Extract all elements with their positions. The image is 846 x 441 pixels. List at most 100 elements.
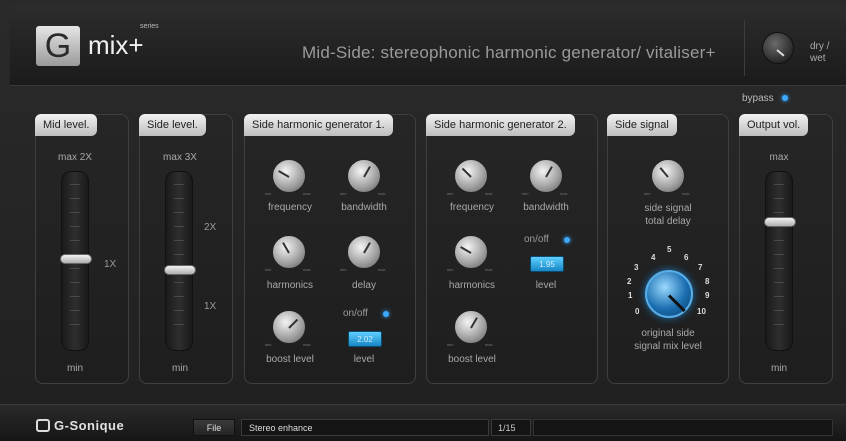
gen2-frequency-label: frequency	[450, 202, 494, 213]
mid-level-1x-marker: 1X	[104, 259, 117, 270]
knob-max-mark: max	[682, 191, 690, 196]
dry-wet-knob[interactable]	[762, 32, 794, 64]
mid-level-fader[interactable]	[60, 171, 92, 351]
knob-min-mark: min	[447, 191, 454, 196]
mid-level-min-label: min	[66, 363, 84, 374]
knob-min-mark: min	[644, 191, 651, 196]
logo-name: mix+	[88, 30, 144, 60]
knob-max-mark: max	[485, 191, 493, 196]
gen1-panel: Side harmonic generator 1. min max frequ…	[244, 114, 416, 384]
file-button[interactable]: File	[193, 419, 235, 436]
gen2-boost-level-knob[interactable]	[454, 310, 488, 344]
mid-level-panel: Mid level. max 2X 1X min	[35, 114, 129, 384]
side-level-title: Side level.	[139, 114, 206, 136]
gen2-boost-level-label: boost level	[448, 354, 496, 365]
footer-empty-bar	[533, 419, 833, 436]
side-signal-mix-label: original side signal mix level	[634, 328, 702, 352]
gen2-onoff-label: on/off	[524, 234, 549, 245]
knob-min-mark: min	[265, 267, 272, 272]
knob-min-mark: min	[265, 342, 272, 347]
brand: G-Sonique	[36, 418, 124, 433]
knob-max-mark: max	[378, 191, 386, 196]
output-max-label: max	[769, 152, 789, 163]
knob-max-mark: max	[303, 191, 311, 196]
gen1-delay-knob[interactable]	[347, 235, 381, 269]
gen1-title: Side harmonic generator 1.	[244, 114, 393, 136]
gen2-harmonics-knob[interactable]	[454, 235, 488, 269]
fader-ticks	[774, 184, 784, 338]
bypass-label: bypass	[742, 93, 774, 104]
bypass-toggle[interactable]: bypass	[742, 93, 788, 104]
side-level-panel: Side level. max 3X 2X 1X min	[139, 114, 233, 384]
plugin-title: Mid-Side: stereophonic harmonic generato…	[302, 43, 716, 62]
gen1-level-label: level	[353, 354, 375, 365]
dry-wet-label: dry / wet	[810, 41, 830, 64]
gen1-bandwidth-knob[interactable]	[347, 159, 381, 193]
gen1-delay-label: delay	[352, 280, 376, 291]
mix-scale-1: 1	[628, 291, 633, 300]
knob-max-mark: max	[485, 342, 493, 347]
side-level-2x-marker: 2X	[204, 222, 217, 233]
mix-scale-7: 7	[698, 263, 703, 272]
gen1-frequency-knob[interactable]	[272, 159, 306, 193]
knob-max-mark: max	[560, 191, 568, 196]
mix-scale-8: 8	[705, 277, 710, 286]
gen1-harmonics-knob[interactable]	[272, 235, 306, 269]
side-signal-panel: Side signal min max side signal total de…	[607, 114, 729, 384]
logo-letter: G	[36, 26, 80, 66]
gen2-level-display[interactable]: 1.95	[530, 256, 564, 272]
mid-level-fader-cap[interactable]	[60, 254, 92, 264]
side-level-fader-cap[interactable]	[164, 265, 196, 275]
mix-scale-0: 0	[635, 307, 640, 316]
knob-min-mark: min	[340, 267, 347, 272]
gen1-onoff-led[interactable]	[383, 311, 389, 317]
mix-scale-4: 4	[651, 253, 656, 262]
side-signal-title: Side signal	[607, 114, 677, 136]
bypass-led	[781, 95, 788, 102]
output-fader[interactable]	[764, 171, 796, 351]
gen1-bandwidth-label: bandwidth	[341, 202, 387, 213]
output-title: Output vol.	[739, 114, 809, 136]
knob-max-mark: max	[378, 267, 386, 272]
knob-min-mark: min	[447, 342, 454, 347]
output-panel: Output vol. max min	[739, 114, 833, 384]
gen1-boost-level-knob[interactable]	[272, 310, 306, 344]
gen2-onoff-led[interactable]	[564, 237, 570, 243]
side-level-min-label: min	[171, 363, 189, 374]
gen2-level-label: level	[535, 280, 557, 291]
side-level-max-label: max 3X	[163, 152, 197, 163]
knob-max-mark: max	[485, 267, 493, 272]
side-signal-mix-knob[interactable]	[645, 270, 693, 318]
knob-max-mark: max	[303, 342, 311, 347]
output-fader-cap[interactable]	[764, 217, 796, 227]
brand-icon	[36, 419, 50, 432]
header: G mix+ series Mid-Side: stereophonic har…	[10, 6, 846, 86]
gen1-boost-level-label: boost level	[266, 354, 314, 365]
gen2-bandwidth-knob[interactable]	[529, 159, 563, 193]
mix-scale-3: 3	[634, 263, 639, 272]
side-level-fader[interactable]	[164, 171, 196, 351]
mid-level-title: Mid level.	[35, 114, 98, 136]
mix-scale-10: 10	[697, 307, 706, 316]
plugin-window: G mix+ series Mid-Side: stereophonic har…	[0, 0, 846, 441]
mix-scale-5: 5	[667, 245, 672, 254]
gen2-title: Side harmonic generator 2.	[426, 114, 575, 136]
fader-ticks	[174, 184, 184, 338]
mid-level-max-label: max 2X	[58, 152, 92, 163]
gen1-level-display[interactable]: 2.02	[348, 331, 382, 347]
gen2-panel: Side harmonic generator 2. min max frequ…	[426, 114, 598, 384]
preset-name-field[interactable]: Stereo enhance	[241, 419, 489, 436]
logo-series: series	[140, 23, 159, 30]
gen2-frequency-knob[interactable]	[454, 159, 488, 193]
footer: G-Sonique File Stereo enhance 1/15	[0, 404, 846, 441]
gen2-bandwidth-label: bandwidth	[523, 202, 569, 213]
knob-max-mark: max	[303, 267, 311, 272]
side-signal-delay-label: side signal total delay	[644, 203, 692, 227]
gen1-frequency-label: frequency	[268, 202, 312, 213]
side-level-1x-marker: 1X	[204, 301, 217, 312]
knob-min-mark: min	[265, 191, 272, 196]
mix-scale-2: 2	[627, 277, 632, 286]
side-signal-delay-knob[interactable]	[651, 159, 685, 193]
mix-scale-9: 9	[705, 291, 710, 300]
header-divider	[744, 20, 745, 76]
